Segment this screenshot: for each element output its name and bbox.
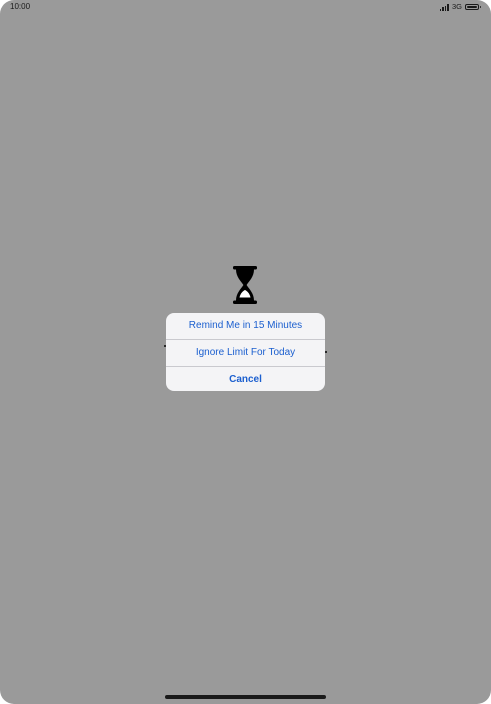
- signal-icon: [439, 3, 449, 11]
- remind-me-button[interactable]: Remind Me in 15 Minutes: [166, 313, 325, 340]
- battery-icon: [465, 4, 481, 10]
- status-bar: 10:00 3G: [0, 0, 491, 14]
- ignore-limit-button[interactable]: Ignore Limit For Today: [166, 340, 325, 367]
- status-time: 10:00: [10, 2, 31, 11]
- action-sheet: Remind Me in 15 Minutes Ignore Limit For…: [166, 313, 325, 391]
- device-screen: 10:00 3G Remind Me in 15 Minutes Ignore …: [0, 0, 491, 704]
- cancel-button[interactable]: Cancel: [166, 367, 325, 391]
- network-type: 3G: [451, 2, 462, 11]
- background-mark: [325, 351, 327, 353]
- home-indicator[interactable]: [165, 695, 326, 699]
- status-indicators: 3G: [439, 2, 481, 12]
- hourglass-icon: [233, 266, 257, 304]
